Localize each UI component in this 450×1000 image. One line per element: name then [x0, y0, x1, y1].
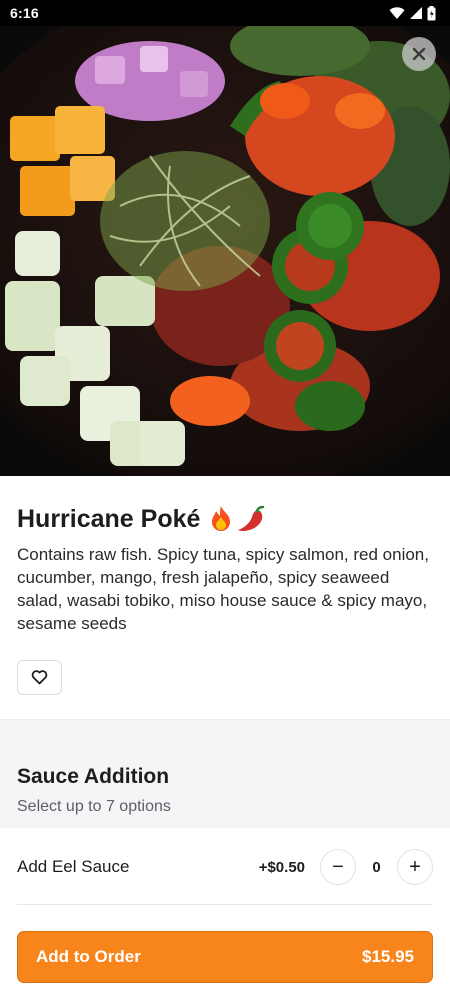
item-title: Hurricane Poké: [17, 505, 201, 533]
option-controls: +$0.50 − 0 +: [259, 849, 433, 885]
option-name: Add Eel Sauce: [17, 857, 130, 876]
cell-signal-icon: [410, 7, 422, 19]
decrement-button[interactable]: −: [320, 849, 356, 885]
order-total: $15.95: [362, 947, 414, 966]
title-emojis: [208, 505, 266, 533]
chili-pepper-icon: [238, 505, 265, 531]
close-icon: [412, 47, 426, 61]
status-icons: [389, 5, 436, 21]
option-price: +$0.50: [258, 858, 305, 876]
item-title-row: Hurricane Poké: [17, 504, 433, 534]
wifi-icon: [389, 7, 405, 19]
add-to-order-button[interactable]: Add to Order $15.95: [17, 931, 433, 983]
item-description: Contains raw fish. Spicy tuna, spicy sal…: [17, 545, 429, 633]
section-subtitle: Select up to 7 options: [17, 798, 171, 815]
fire-icon: [212, 506, 231, 531]
item-info: Hurricane Poké Contains raw fish. Spicy …: [0, 476, 450, 695]
item-photo: [0, 26, 450, 476]
status-bar: 6:16: [0, 0, 450, 26]
battery-icon: [427, 5, 436, 20]
bottom-bar: Add to Order $15.95: [0, 912, 450, 1000]
modifier-section-header: Sauce Addition Select up to 7 options: [0, 720, 450, 828]
add-to-order-label: Add to Order: [36, 947, 141, 966]
favorite-button[interactable]: [17, 660, 62, 695]
status-time: 6:16: [10, 5, 39, 21]
row-divider: [17, 904, 433, 905]
option-quantity: 0: [372, 858, 381, 876]
close-button[interactable]: [402, 37, 436, 71]
section-title: Sauce Addition: [17, 765, 170, 788]
heart-icon: [31, 670, 48, 685]
option-row: Add Eel Sauce +$0.50 − 0 +: [0, 828, 450, 906]
increment-button[interactable]: +: [397, 849, 433, 885]
